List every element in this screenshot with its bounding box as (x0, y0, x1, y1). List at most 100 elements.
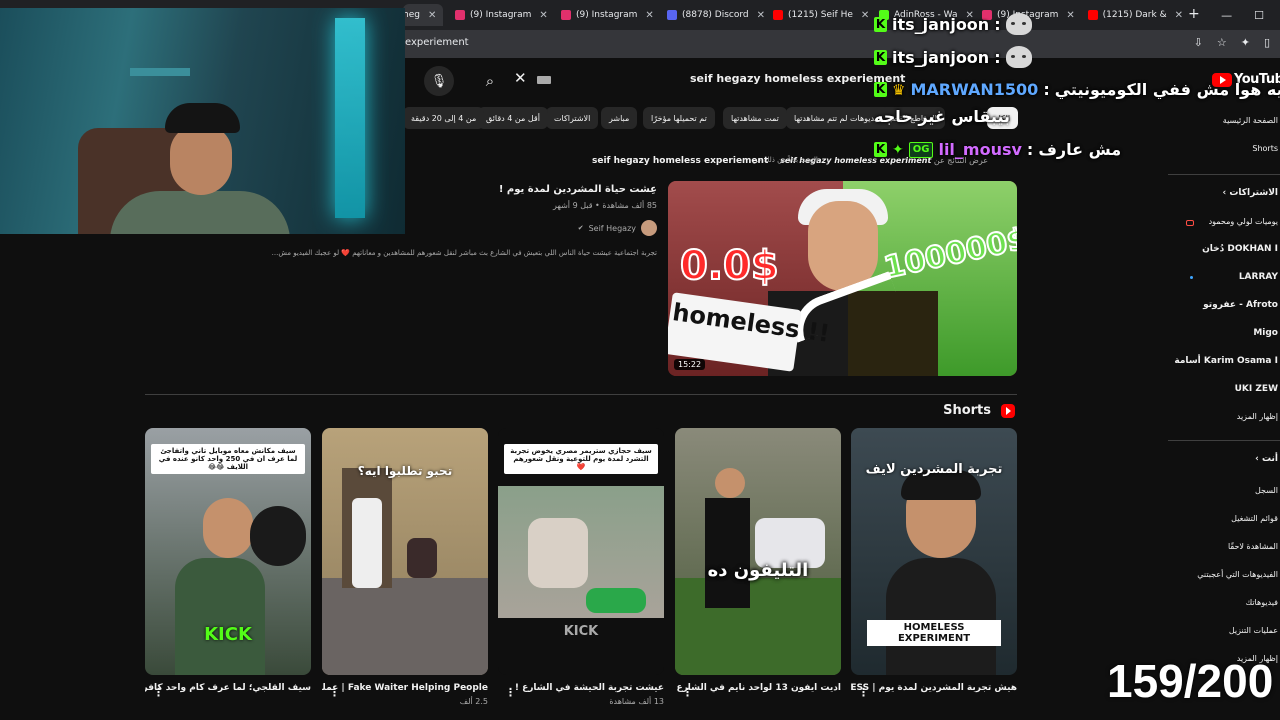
short-overlay-text: تحبو تطلبوا ايه؟ (357, 464, 453, 478)
sidebar-toggle-icon[interactable]: ▯ (1264, 36, 1270, 49)
more-options-icon[interactable]: ⋮ (858, 686, 869, 699)
search-button[interactable]: ⌕ (470, 66, 510, 96)
sidebar-item-playlists[interactable]: قوائم التشغيل (1231, 514, 1278, 523)
voice-search-button[interactable]: 🎙 (424, 66, 454, 96)
short-face (715, 468, 745, 498)
clear-search-button[interactable]: ✕ (514, 69, 527, 87)
sidebar-item-channel[interactable]: Karim Osama I أسامة (1174, 356, 1278, 366)
short-bag (586, 588, 646, 613)
chat-separator: : (1026, 140, 1034, 159)
cat-emote-icon (1005, 13, 1032, 35)
sidebar-item-channel[interactable]: Afroto - عفروتو (1203, 300, 1278, 310)
short-title[interactable]: هيش تجربة المشردين لمدة يوم | BEING HOME… (851, 681, 1017, 695)
sidebar-item-channel[interactable]: يوميات لولي ومحمود (1209, 217, 1278, 226)
youtube-icon (1088, 10, 1098, 20)
tab-close-icon[interactable]: ✕ (1175, 10, 1183, 21)
sidebar-item-subscriptions[interactable]: الاشتراكات › (1223, 188, 1279, 198)
sidebar-item-downloads[interactable]: عمليات التنزيل (1229, 626, 1278, 635)
short-thumbnail[interactable]: تحبو تطلبوا ايه؟ (322, 428, 488, 675)
short-title[interactable]: عيشت تجربة الحيشة في الشارع ! (498, 681, 664, 695)
video-thumbnail[interactable]: 0.0$ 100000$ homeless !! 15:22 (668, 181, 1017, 376)
original-query-link[interactable]: seif hegazy homeless experiement (592, 156, 768, 166)
more-options-icon[interactable]: ⋮ (682, 686, 693, 699)
extensions-icon[interactable]: ✦ (1241, 36, 1250, 49)
new-tab-button[interactable]: + (1188, 6, 1200, 22)
sidebar-item-you[interactable]: أنت › (1255, 454, 1278, 464)
keyboard-icon[interactable] (537, 76, 551, 84)
sidebar-item-home[interactable]: الصفحة الرئيسية (1223, 116, 1278, 125)
chip-watched[interactable]: تمت مشاهدتها (723, 107, 787, 129)
tab-close-icon[interactable]: ✕ (645, 10, 653, 21)
tab-close-icon[interactable]: ✕ (1066, 10, 1074, 21)
browser-tab[interactable]: (1215) Dark & ✕ (1088, 4, 1183, 26)
browser-tab[interactable]: (1215) Seif He ✕ (773, 4, 873, 26)
chip-live[interactable]: مباشر (601, 107, 638, 129)
channel-name[interactable]: Seif Hegazy (589, 224, 636, 233)
more-options-icon[interactable]: ⋮ (505, 686, 516, 699)
new-content-dot (1190, 276, 1193, 279)
chat-message: K ✦ OG lil_mousv : مش عارف (874, 140, 1121, 159)
minimize-icon[interactable]: — (1221, 9, 1232, 22)
chat-separator: : (994, 14, 1001, 34)
chat-username: its_janjoon (892, 14, 990, 34)
short-title[interactable]: سيف القلجي؛ لما عرف كام واحد كافر بيتفرج… (145, 681, 311, 695)
guide-sidebar: الصفحة الرئيسية Shorts الاشتراكات › يومي… (1168, 102, 1280, 720)
more-options-icon[interactable]: ⋮ (329, 686, 340, 699)
browser-tab[interactable]: (8878) Discord ✕ (667, 4, 767, 26)
sidebar-show-more[interactable]: إظهار المزيد (1237, 412, 1278, 421)
maximize-icon[interactable]: ☐ (1254, 9, 1264, 22)
sidebar-item-channel[interactable]: LARRAY (1239, 272, 1278, 282)
short-thumbnail[interactable]: سيف حجازي ستريمر مصري يخوض تجربة التشرد … (498, 428, 664, 675)
tab-label: (8878) Discord (682, 10, 749, 20)
sidebar-item-watch-later[interactable]: المشاهدة لاحقًا (1228, 542, 1278, 551)
sidebar-item-channel[interactable]: DOKHAN I دُخان (1202, 244, 1278, 254)
url-text[interactable]: experiement (405, 37, 469, 48)
sidebar-item-shorts[interactable]: Shorts (1252, 144, 1278, 153)
short-seated-person (407, 538, 437, 578)
chat-message: K its_janjoon : (874, 13, 1032, 35)
channel-row[interactable]: ✔ Seif Hegazy (578, 220, 657, 236)
tab-close-icon[interactable]: ✕ (861, 10, 869, 21)
chip-subscriptions[interactable]: الاشتراكات (546, 107, 599, 129)
install-app-icon[interactable]: ⇩ (1194, 36, 1203, 49)
chat-text: مش عارف (1038, 140, 1122, 159)
tab-close-icon[interactable]: ✕ (539, 10, 547, 21)
tab-label: heg (403, 10, 420, 20)
more-options-icon[interactable]: ⋮ (153, 686, 164, 699)
tab-close-icon[interactable]: ✕ (428, 10, 436, 21)
short-overlay-text: HOMELESS EXPERIMENT (867, 620, 1001, 646)
section-divider (145, 394, 1017, 395)
chip-4-to-20-min[interactable]: من 4 إلى 20 دقيقة (403, 107, 485, 129)
kick-badge-icon: K (874, 49, 887, 65)
browser-tab[interactable]: heg ✕ (403, 4, 443, 26)
video-title[interactable]: عِشت حياة المشردين لمدة يوم ! (499, 184, 657, 195)
chip-under-4-min[interactable]: أقل من 4 دقائق (478, 107, 548, 129)
tab-close-icon[interactable]: ✕ (757, 10, 765, 21)
short-thumbnail[interactable]: تجربة المشردين لايف HOMELESS EXPERIMENT (851, 428, 1017, 675)
chat-text: ايه ده ليه هوا مش ففي الكوميونيتي (1054, 80, 1280, 99)
chip-recently-uploaded[interactable]: تم تحميلها مؤخرًا (643, 107, 715, 129)
sidebar-item-liked-videos[interactable]: الفيديوهات التي أعجبتني (1197, 570, 1278, 579)
short-title[interactable]: Fake Waiter Helping People | عملت نفسي ع… (322, 681, 488, 695)
sidebar-item-history[interactable]: السجل (1255, 486, 1278, 495)
thumbnail-face (808, 201, 878, 291)
screen: heg ✕ (9) Instagram ✕ (9) Instagram ✕ (8… (0, 0, 1280, 720)
short-thumbnail[interactable]: التليفون ده (675, 428, 841, 675)
short-title[interactable]: اديت ايفون 13 لواحد نايم في الشارع ! | g… (675, 681, 841, 695)
search-icon: ⌕ (485, 72, 495, 90)
short-caption: سيف حجازي ستريمر مصري يخوض تجربة التشرد … (504, 444, 658, 474)
sidebar-item-your-videos[interactable]: فيديوهاتك (1246, 598, 1278, 607)
browser-tab[interactable]: (9) Instagram ✕ (561, 4, 661, 26)
sidebar-item-channel[interactable]: UKI ZEW (1235, 384, 1278, 394)
chat-message: بيبقاس غير حاجه (874, 107, 1010, 126)
youtube-icon (773, 10, 783, 20)
instagram-icon (455, 10, 465, 20)
kick-badge-icon: K (874, 16, 887, 32)
bookmark-star-icon[interactable]: ☆ (1217, 36, 1227, 49)
short-thumbnail[interactable]: سيف مكانش معاه موبايل تاني واتفاجئ لما ع… (145, 428, 311, 675)
tab-label: (9) Instagram (470, 10, 532, 20)
browser-tab[interactable]: (9) Instagram ✕ (455, 4, 555, 26)
channel-avatar[interactable] (641, 220, 657, 236)
sidebar-item-channel[interactable]: Migo (1253, 328, 1278, 338)
shorts-title: Shorts (943, 403, 991, 418)
